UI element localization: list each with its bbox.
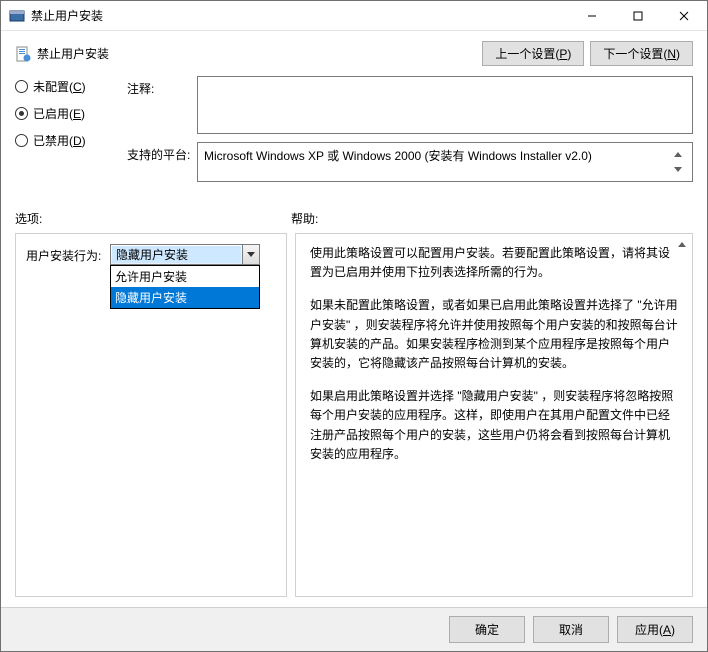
combo-selected-text: 隐藏用户安装	[112, 246, 241, 263]
window-title: 禁止用户安装	[31, 7, 569, 24]
close-button[interactable]	[661, 1, 707, 30]
minimize-button[interactable]	[569, 1, 615, 30]
maximize-button[interactable]	[615, 1, 661, 30]
scroll-up-icon	[673, 236, 690, 253]
options-label: 选项:	[15, 210, 291, 227]
combo-option-hide[interactable]: 隐藏用户安装	[111, 287, 259, 308]
app-icon	[9, 8, 25, 24]
radio-enabled[interactable]: 已启用(E)	[15, 105, 127, 122]
content-area: 禁止用户安装 上一个设置(P) 下一个设置(N) 未配置(C) 已启用(E) 已…	[1, 31, 707, 607]
chevron-down-icon	[242, 245, 259, 264]
help-label: 帮助:	[291, 210, 318, 227]
dialog-footer: 确定 取消 应用(A)	[1, 607, 707, 651]
dialog-window: 禁止用户安装 禁止用户安装 上一个设置(P) 下一个设置(N) 未配置(C) 已…	[0, 0, 708, 652]
next-setting-button[interactable]: 下一个设置(N)	[590, 41, 693, 66]
combo-option-allow[interactable]: 允许用户安装	[111, 266, 259, 287]
options-pane: 用户安装行为: 隐藏用户安装 允许用户安装 隐藏用户安装	[15, 233, 287, 597]
ok-button[interactable]: 确定	[449, 616, 525, 643]
scroll-down-icon[interactable]	[669, 162, 686, 177]
supported-platform-text: Microsoft Windows XP 或 Windows 2000 (安装有…	[204, 147, 669, 177]
user-install-behavior-combo[interactable]: 隐藏用户安装	[110, 244, 260, 265]
previous-setting-button[interactable]: 上一个设置(P)	[482, 41, 584, 66]
apply-button[interactable]: 应用(A)	[617, 616, 693, 643]
comment-textarea[interactable]	[197, 76, 693, 134]
section-labels: 选项: 帮助:	[15, 210, 693, 227]
main-split: 用户安装行为: 隐藏用户安装 允许用户安装 隐藏用户安装 使用此策略设置可以	[15, 233, 693, 597]
supported-platform-box: Microsoft Windows XP 或 Windows 2000 (安装有…	[197, 142, 693, 182]
help-paragraph: 如果启用此策略设置并选择 "隐藏用户安装" ，则安装程序将忽略按照每个用户安装的…	[310, 387, 678, 464]
platform-label: 支持的平台:	[127, 142, 197, 182]
window-controls	[569, 1, 707, 30]
help-scrollbar[interactable]	[673, 236, 690, 594]
state-radios: 未配置(C) 已启用(E) 已禁用(D)	[15, 76, 127, 159]
titlebar: 禁止用户安装	[1, 1, 707, 31]
policy-icon	[15, 46, 31, 62]
radio-disabled[interactable]: 已禁用(D)	[15, 132, 127, 149]
help-pane: 使用此策略设置可以配置用户安装。若要配置此策略设置，请将其设置为已启用并使用下拉…	[295, 233, 693, 597]
top-area: 未配置(C) 已启用(E) 已禁用(D) 注释: 支持的平台: Microsof…	[15, 76, 693, 190]
radio-not-configured[interactable]: 未配置(C)	[15, 78, 127, 95]
help-paragraph: 使用此策略设置可以配置用户安装。若要配置此策略设置，请将其设置为已启用并使用下拉…	[310, 244, 678, 282]
comment-label: 注释:	[127, 76, 197, 134]
header-row: 禁止用户安装 上一个设置(P) 下一个设置(N)	[15, 41, 693, 66]
option-label: 用户安装行为:	[26, 244, 110, 264]
scroll-up-icon[interactable]	[669, 147, 686, 162]
page-title: 禁止用户安装	[37, 45, 482, 62]
cancel-button[interactable]: 取消	[533, 616, 609, 643]
combo-dropdown: 允许用户安装 隐藏用户安装	[110, 265, 260, 309]
help-paragraph: 如果未配置此策略设置，或者如果已启用此策略设置并选择了 "允许用户安装" ，则安…	[310, 296, 678, 373]
